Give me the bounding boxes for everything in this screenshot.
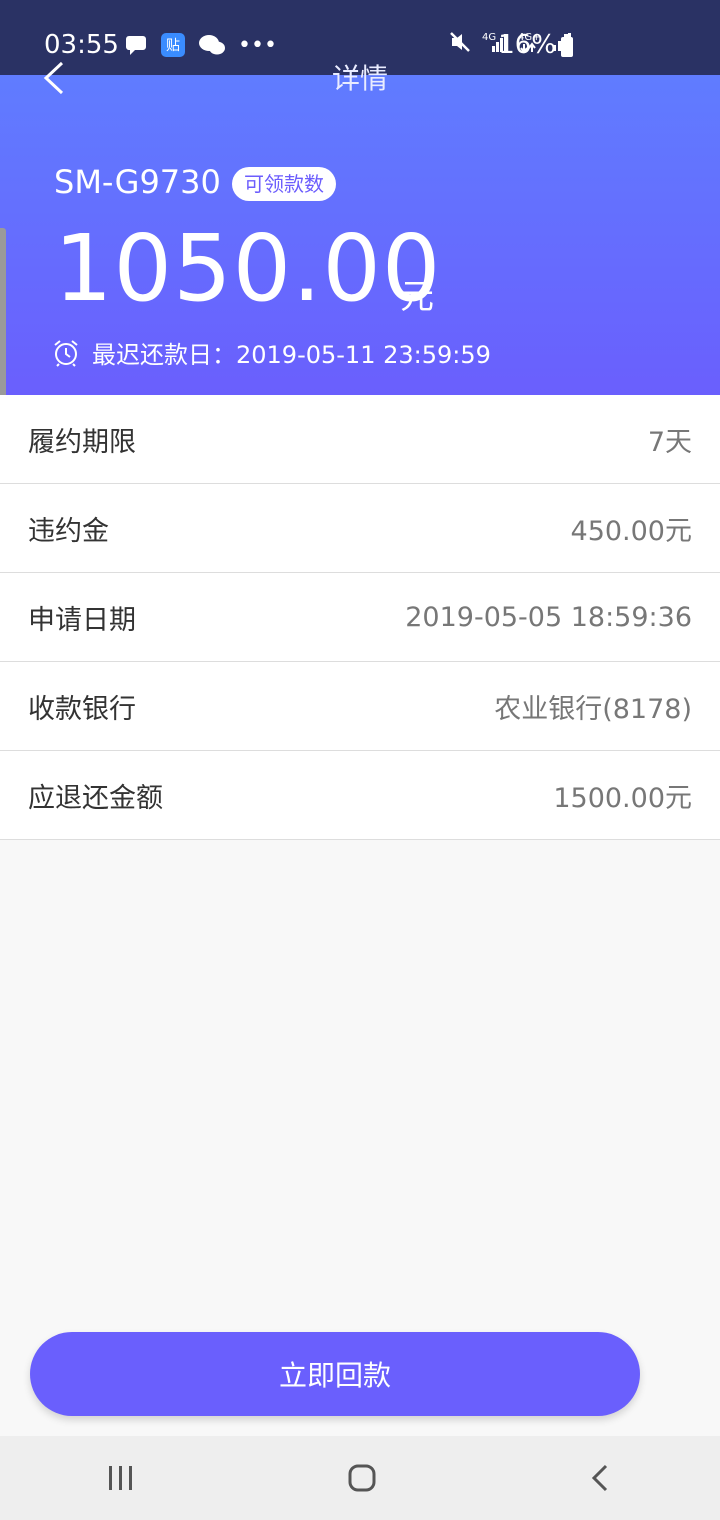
battery-icon	[561, 34, 573, 57]
row-penalty: 违约金 450.00元	[0, 484, 720, 573]
row-apply-date: 申请日期 2019-05-05 18:59:36	[0, 573, 720, 662]
row-value: 450.00元	[570, 515, 692, 547]
row-label: 应退还金额	[28, 782, 163, 814]
status-time: 03:55	[44, 30, 119, 60]
available-amount-badge: 可领款数	[232, 167, 336, 201]
due-date-row: 最迟还款日：2019-05-11 23:59:59	[52, 335, 491, 370]
back-icon[interactable]	[588, 1463, 614, 1493]
more-notifications-icon: •••	[238, 32, 277, 58]
row-value: 2019-05-05 18:59:36	[405, 601, 692, 633]
home-icon[interactable]	[347, 1463, 377, 1493]
device-name: SM-G9730	[54, 163, 221, 201]
repay-now-label: 立即回款	[278, 1359, 391, 1392]
row-value: 7天	[647, 426, 692, 458]
row-bank: 收款银行 农业银行(8178)	[0, 662, 720, 751]
detail-header: 详情 SM-G9730 可领款数 1050.00 元 最迟还款日：2019-05…	[0, 61, 720, 395]
alarm-clock-icon	[54, 339, 78, 367]
notification-icons: 贴 •••	[124, 32, 277, 58]
recents-icon[interactable]	[106, 1464, 136, 1492]
system-nav-bar	[0, 1436, 720, 1520]
amount-value: 1050.00	[54, 215, 442, 322]
screen: 03:55 贴 ••• 4G 4G+ 16% 详情 SM-G9730 可领款数 …	[0, 0, 720, 1520]
tieba-icon: 贴	[161, 33, 185, 57]
svg-text:4G: 4G	[482, 32, 496, 43]
due-date-text: 最迟还款日：2019-05-11 23:59:59	[92, 341, 491, 369]
detail-list: 履约期限 7天 违约金 450.00元 申请日期 2019-05-05 18:5…	[0, 395, 720, 840]
row-label: 申请日期	[28, 604, 136, 636]
mute-icon	[450, 32, 470, 52]
page-title: 详情	[331, 62, 388, 95]
message-icon	[126, 36, 146, 55]
row-label: 违约金	[28, 515, 109, 547]
row-value: 农业银行(8178)	[494, 693, 692, 725]
repay-now-button[interactable]: 立即回款	[30, 1332, 640, 1416]
svg-text:贴: 贴	[166, 38, 180, 54]
row-term: 履约期限 7天	[0, 395, 720, 484]
row-label: 收款银行	[28, 693, 136, 725]
battery-percent: 16%	[498, 30, 556, 60]
row-value: 1500.00元	[553, 782, 692, 814]
row-label: 履约期限	[28, 426, 136, 458]
row-refund-amount: 应退还金额 1500.00元	[0, 751, 720, 840]
wechat-icon	[199, 35, 225, 55]
amount-unit: 元	[400, 277, 434, 317]
